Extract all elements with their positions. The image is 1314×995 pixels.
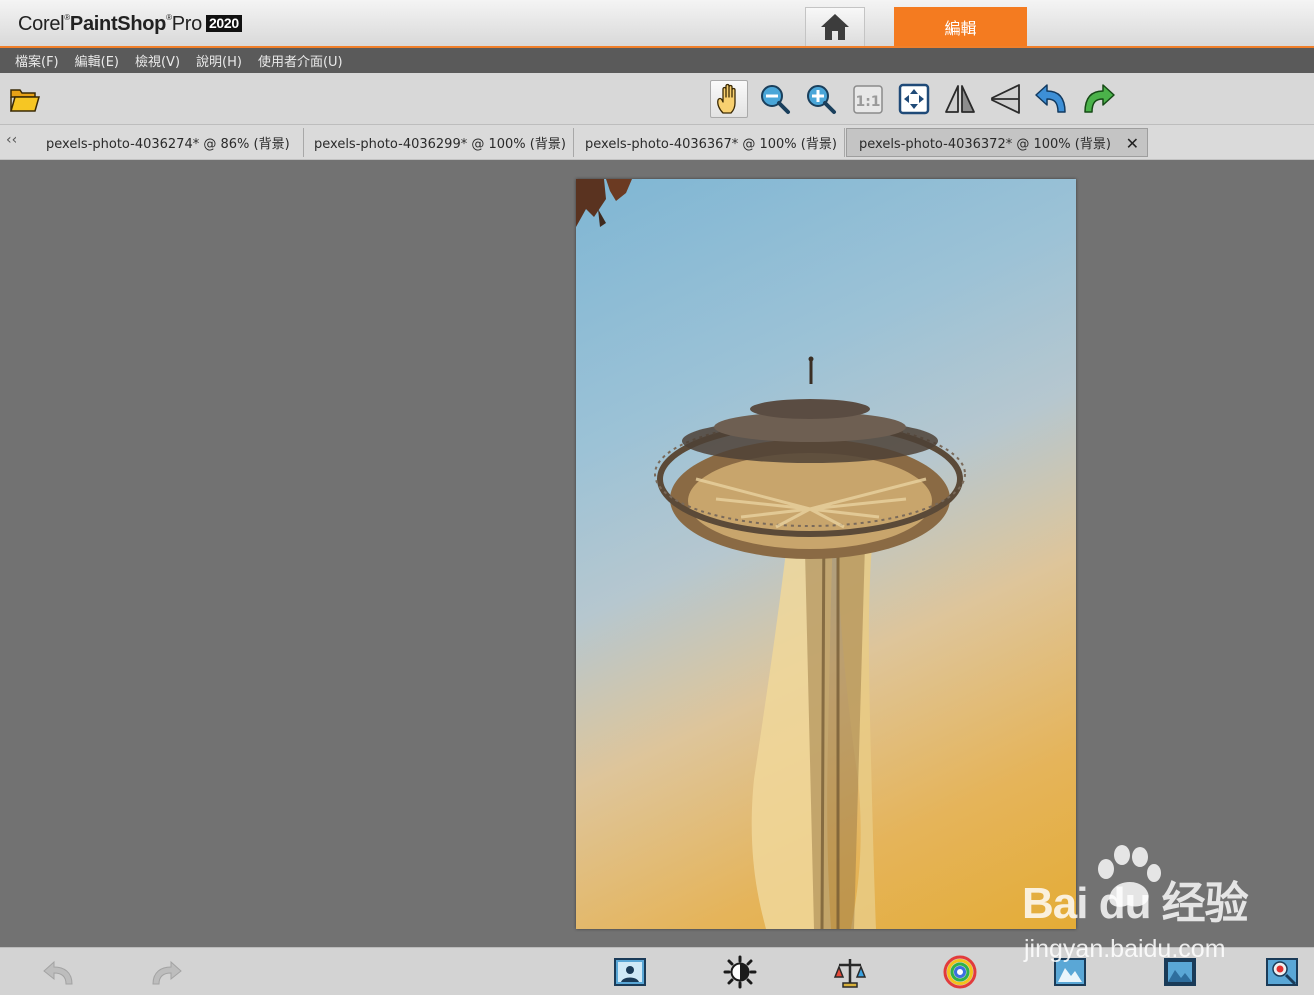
- smart-photo-fix-button[interactable]: [612, 954, 648, 990]
- close-icon[interactable]: ✕: [1126, 134, 1139, 153]
- title-bar: Corel®PaintShop®Pro 2020 編輯: [0, 0, 1314, 48]
- fit-to-window-icon: [898, 83, 930, 115]
- menu-file[interactable]: 檔案(F): [15, 51, 59, 70]
- document-tab-label: pexels-photo-4036274* @ 86% (背景): [46, 137, 290, 152]
- adjustment-bar: [0, 947, 1314, 995]
- zoom-in-button[interactable]: [802, 80, 840, 118]
- open-button[interactable]: [6, 80, 44, 118]
- menu-user-interface[interactable]: 使用者介面(U): [258, 51, 343, 70]
- home-icon: [821, 14, 849, 40]
- rotate-right-button[interactable]: [1079, 80, 1117, 118]
- crop-icon: [1164, 958, 1196, 986]
- document-tab[interactable]: pexels-photo-4036299* @ 100% (背景): [302, 128, 574, 157]
- zoom-out-button[interactable]: [756, 80, 794, 118]
- flip-horizontal-button[interactable]: [941, 80, 979, 118]
- white-balance-button[interactable]: [832, 954, 868, 990]
- zoom-in-icon: [807, 85, 836, 114]
- redo-icon: [152, 960, 182, 985]
- rotate-left-icon: [1035, 84, 1066, 113]
- edit-tab-button[interactable]: 編輯: [894, 7, 1027, 46]
- brand-pro: Pro: [171, 13, 203, 35]
- rotate-right-icon: [1084, 84, 1115, 113]
- tab-scroll-left-icon[interactable]: ‹‹: [6, 132, 17, 148]
- rotate-left-button[interactable]: [1033, 80, 1071, 118]
- document-tab-label: pexels-photo-4036372* @ 100% (背景): [859, 137, 1111, 152]
- zoom-out-icon: [761, 85, 790, 114]
- crop-button[interactable]: [1162, 954, 1198, 990]
- menu-bar: 檔案(F) 編輯(E) 檢視(V) 說明(H) 使用者介面(U): [0, 48, 1314, 73]
- document-tab-bar: ‹‹ pexels-photo-4036274* @ 86% (背景) pexe…: [0, 125, 1314, 160]
- red-eye-button[interactable]: [1264, 954, 1300, 990]
- color-balance-icon: [943, 955, 977, 989]
- fit-to-window-button[interactable]: [895, 80, 933, 118]
- document-image[interactable]: [576, 179, 1076, 929]
- menu-edit[interactable]: 編輯(E): [75, 51, 119, 70]
- undo-button[interactable]: [40, 954, 76, 990]
- app-logo: Corel®PaintShop®Pro 2020: [18, 13, 242, 36]
- menu-help[interactable]: 說明(H): [196, 51, 242, 70]
- straighten-button[interactable]: [1052, 954, 1088, 990]
- menu-view[interactable]: 檢視(V): [135, 51, 180, 70]
- document-tab[interactable]: pexels-photo-4036274* @ 86% (背景): [34, 128, 304, 157]
- toolbar: 1:1: [0, 73, 1314, 125]
- pan-hand-icon: [717, 83, 736, 114]
- redo-button[interactable]: [149, 954, 185, 990]
- straighten-icon: [1054, 958, 1086, 986]
- brand-corel: Corel: [18, 13, 65, 35]
- brand-paintshop: PaintShop: [69, 13, 167, 35]
- document-tab-active[interactable]: pexels-photo-4036372* @ 100% (背景) ✕: [846, 128, 1148, 157]
- document-tab[interactable]: pexels-photo-4036367* @ 100% (背景): [573, 128, 845, 157]
- smart-photo-fix-icon: [614, 958, 646, 986]
- color-balance-button[interactable]: [942, 954, 978, 990]
- flip-vertical-icon: [991, 84, 1020, 114]
- flip-vertical-button[interactable]: [987, 80, 1025, 118]
- brightness-button[interactable]: [722, 954, 758, 990]
- white-balance-icon: [833, 959, 867, 988]
- home-tab-button[interactable]: [805, 7, 865, 46]
- document-tab-label: pexels-photo-4036299* @ 100% (背景): [314, 137, 566, 152]
- actual-size-icon: 1:1: [853, 85, 883, 114]
- open-folder-icon: [10, 89, 40, 112]
- pan-tool-button[interactable]: [710, 80, 748, 118]
- actual-size-label: 1:1: [855, 94, 880, 110]
- actual-size-button[interactable]: 1:1: [849, 80, 887, 118]
- space-needle-photo: [576, 179, 966, 929]
- document-tab-label: pexels-photo-4036367* @ 100% (背景): [585, 137, 837, 152]
- flip-horizontal-icon: [945, 85, 975, 113]
- undo-icon: [43, 960, 73, 985]
- brand-year: 2020: [205, 15, 242, 32]
- red-eye-icon: [1266, 958, 1298, 986]
- brightness-icon: [723, 955, 757, 989]
- workspace: [0, 160, 1314, 947]
